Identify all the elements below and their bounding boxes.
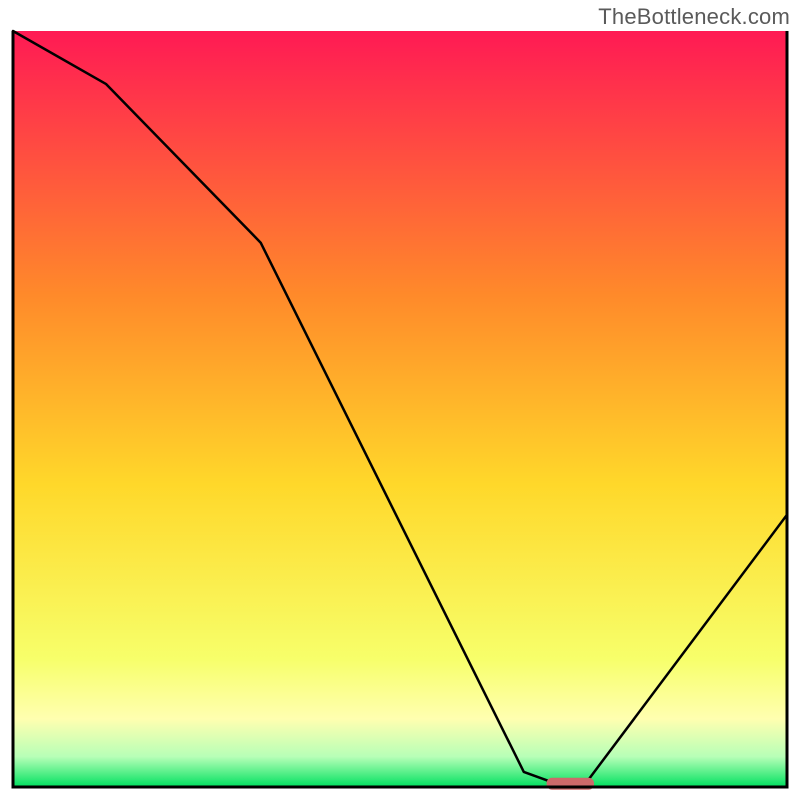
- gradient-background: [13, 31, 787, 787]
- bottleneck-chart-svg: [10, 28, 790, 790]
- chart-container: [10, 28, 790, 790]
- watermark-text: TheBottleneck.com: [598, 4, 790, 30]
